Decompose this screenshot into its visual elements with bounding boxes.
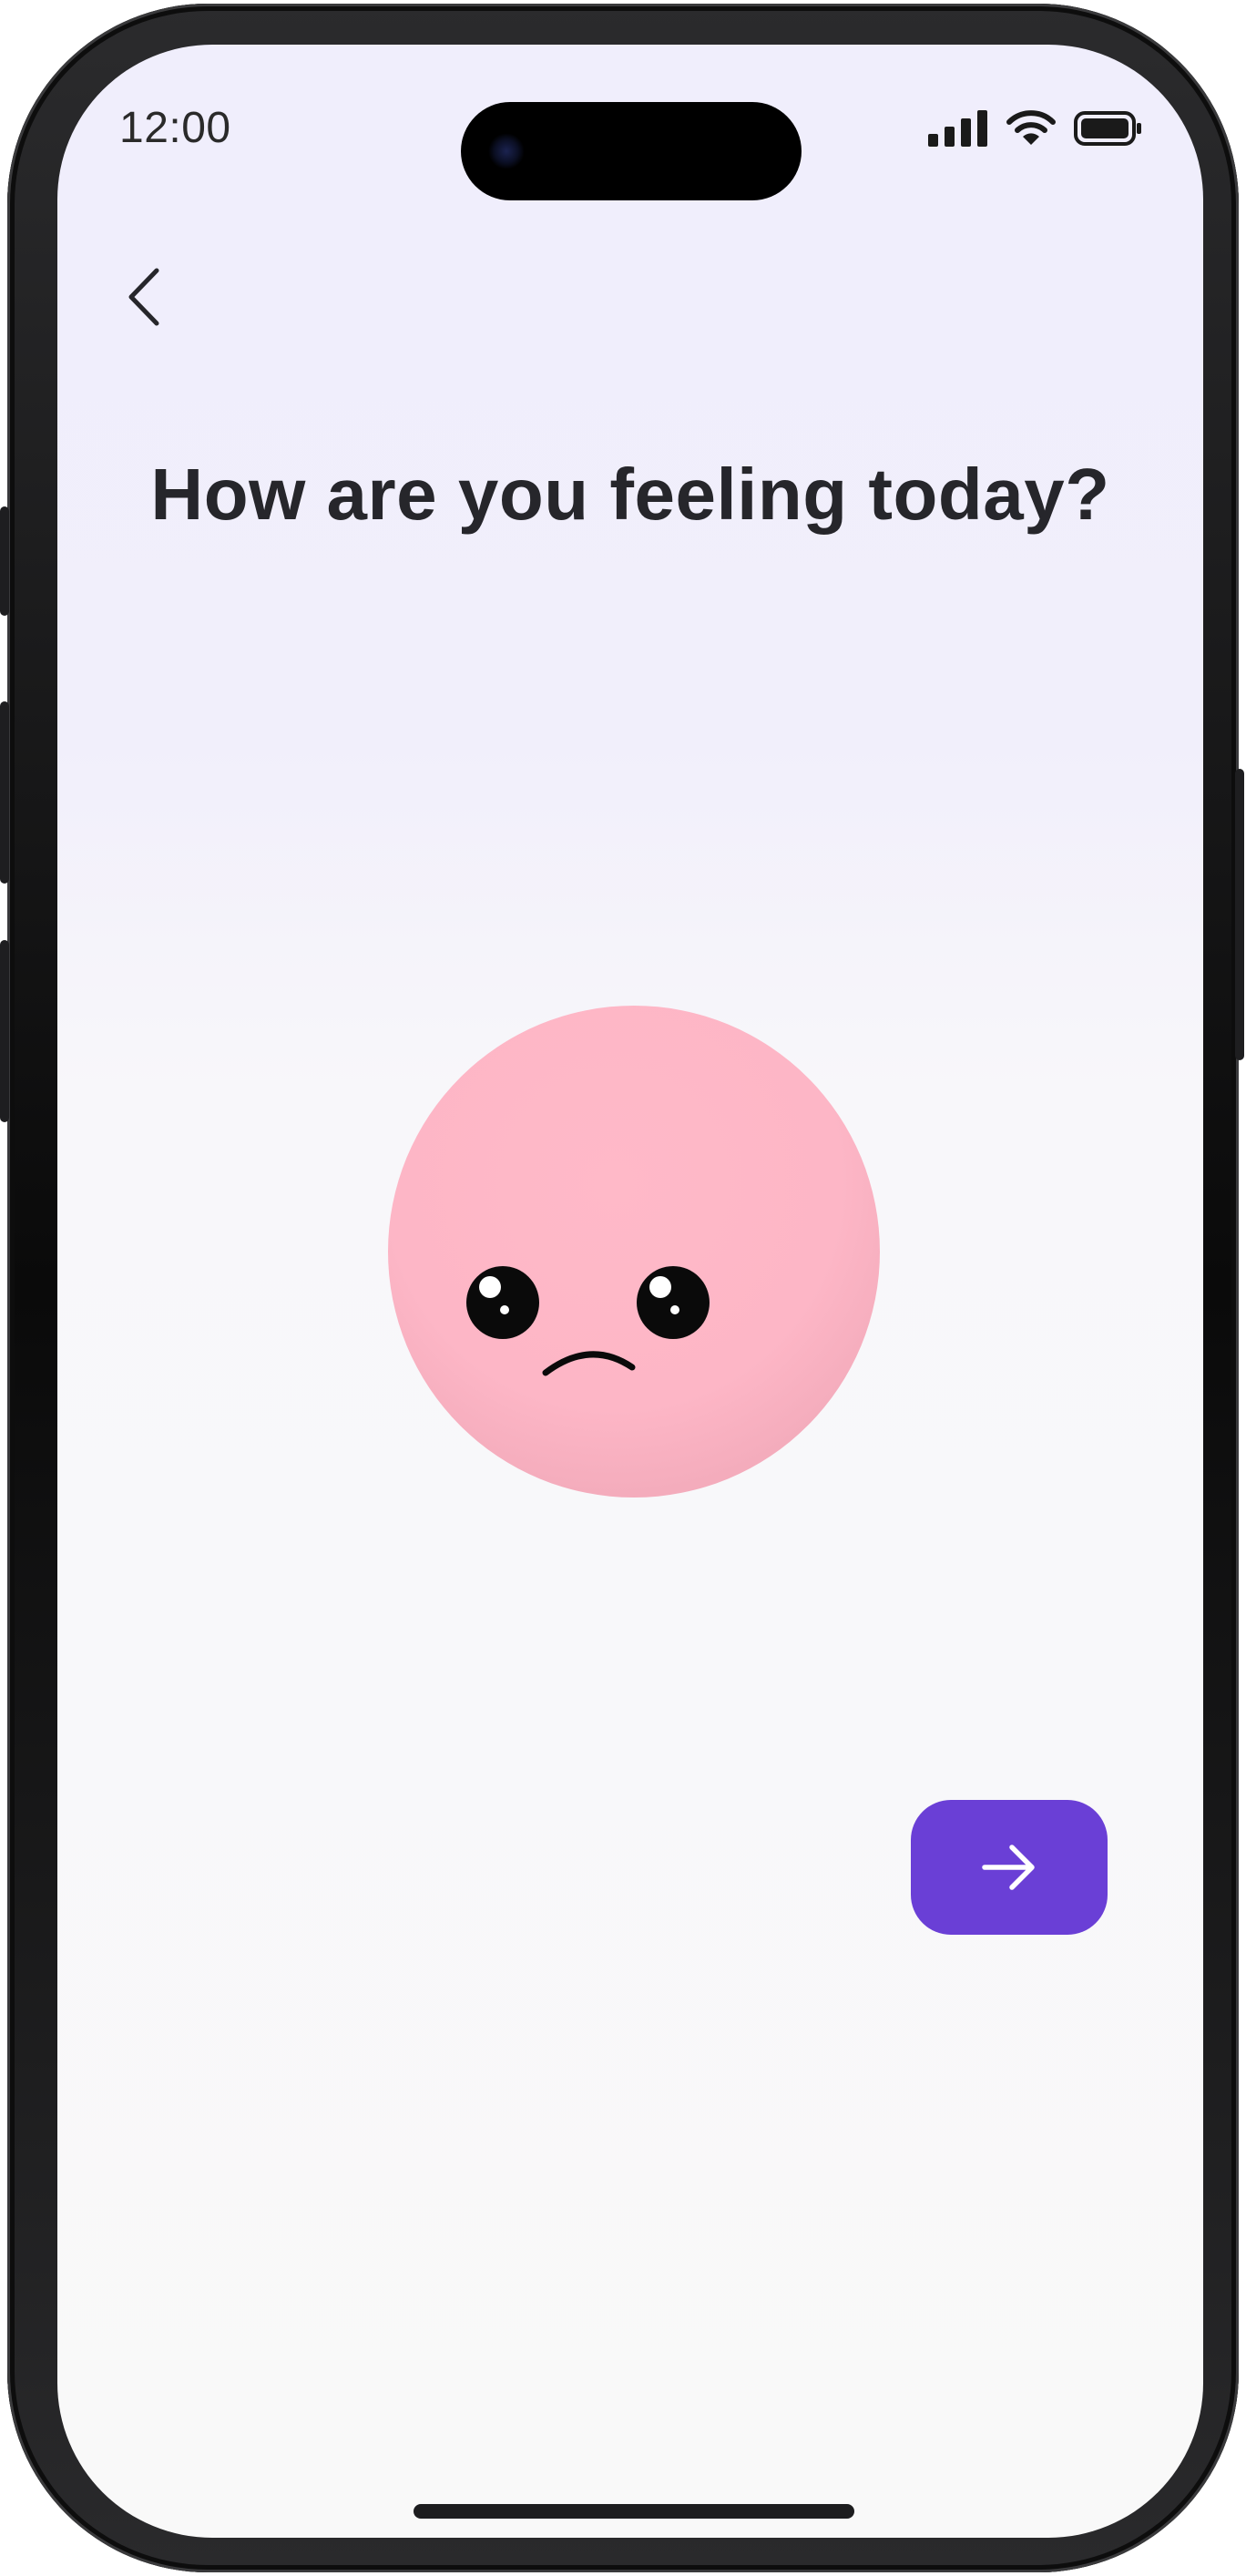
sad-face-icon xyxy=(466,1266,710,1376)
volume-down-button xyxy=(0,940,9,1122)
battery-icon xyxy=(1074,111,1141,146)
wifi-icon xyxy=(1006,110,1056,145)
action-button xyxy=(0,506,9,616)
signal-icon xyxy=(928,110,987,147)
back-button[interactable] xyxy=(112,256,176,338)
status-icons xyxy=(928,110,1143,147)
page-title: How are you feeling today? xyxy=(150,454,1110,535)
phone-frame: 12:00 How are you feeling today? xyxy=(0,4,1244,2572)
chevron-left-icon xyxy=(128,268,159,326)
status-time: 12:00 xyxy=(119,104,231,152)
arrow-right-icon xyxy=(982,1845,1035,1890)
home-indicator[interactable] xyxy=(414,2504,854,2519)
app-screen: 12:00 How are you feeling today? xyxy=(57,45,1203,2538)
volume-up-button xyxy=(0,701,9,884)
power-button xyxy=(1235,769,1244,1060)
next-button[interactable] xyxy=(911,1800,1108,1935)
camera-icon xyxy=(488,133,525,169)
dynamic-island xyxy=(461,102,802,200)
mood-face[interactable] xyxy=(388,1006,880,1498)
